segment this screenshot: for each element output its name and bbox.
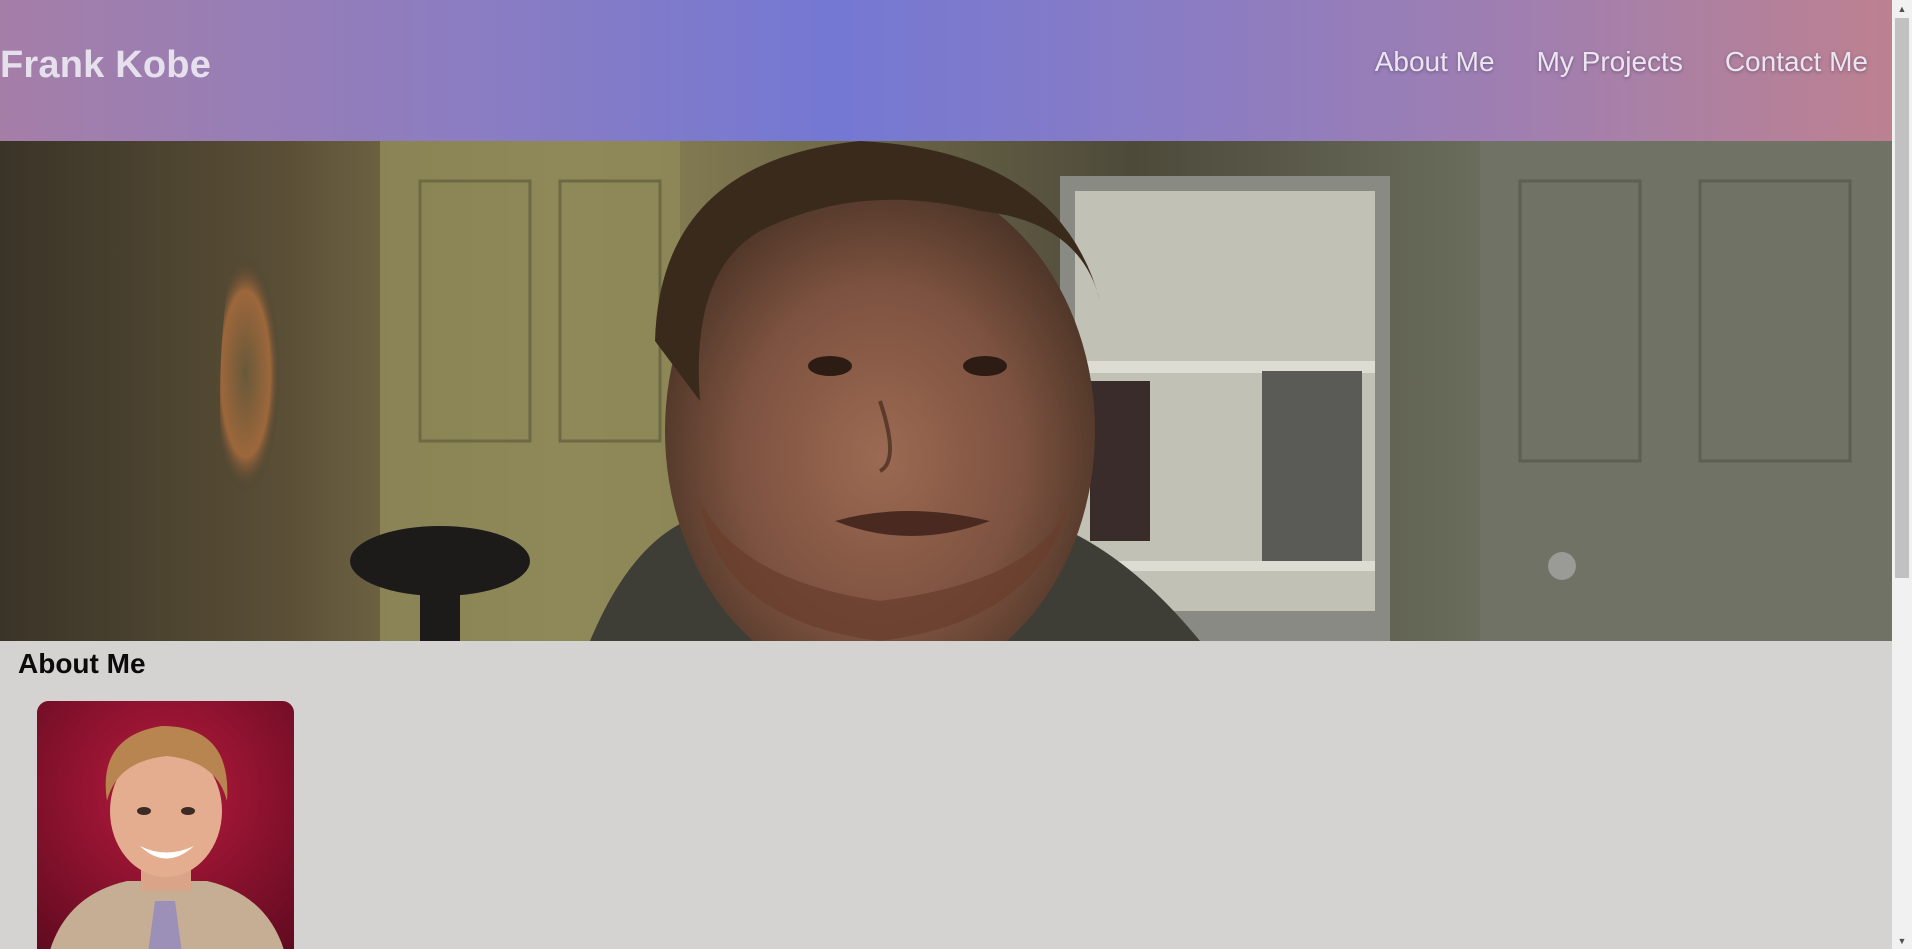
scroll-down-icon[interactable]: ▼	[1892, 932, 1912, 949]
hero-photo	[0, 141, 1892, 641]
site-header: Frank Kobe About Me My Projects Contact …	[0, 0, 1892, 141]
nav-link-about[interactable]: About Me	[1375, 46, 1495, 78]
about-heading: About Me	[18, 648, 146, 679]
hero-video-frame	[0, 141, 1892, 641]
nav-link-contact[interactable]: Contact Me	[1725, 46, 1868, 78]
page-viewport: Frank Kobe About Me My Projects Contact …	[0, 0, 1892, 949]
main-nav: About Me My Projects Contact Me	[1375, 46, 1868, 78]
nav-link-projects[interactable]: My Projects	[1537, 46, 1683, 78]
scroll-up-icon[interactable]: ▲	[1892, 0, 1912, 17]
vertical-scrollbar[interactable]: ▲ ▼	[1892, 0, 1912, 949]
portrait-photo	[37, 701, 294, 949]
site-title[interactable]: Frank Kobe	[0, 44, 211, 87]
headshot-image	[37, 701, 294, 949]
scrollbar-thumb[interactable]	[1895, 18, 1909, 578]
